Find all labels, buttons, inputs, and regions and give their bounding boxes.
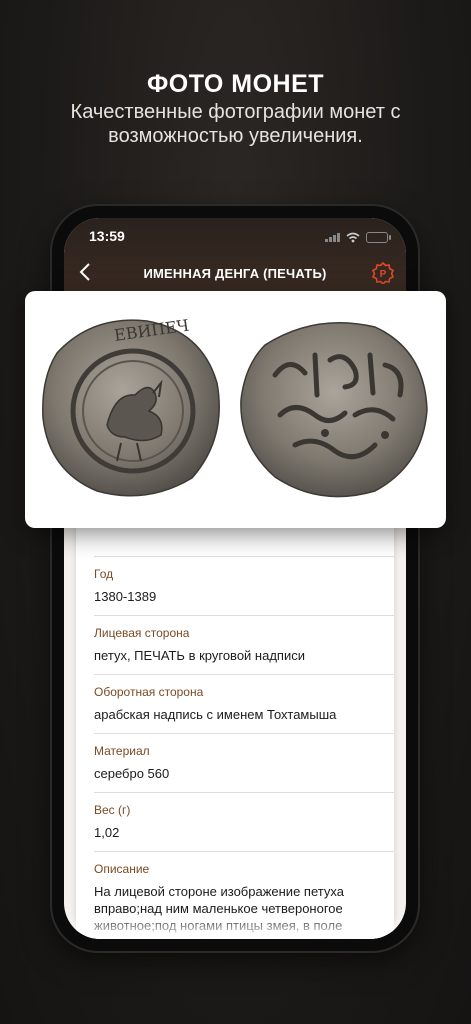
coin-reverse-image[interactable] <box>235 315 431 501</box>
promo-subtitle: Качественные фотографии монет с возможно… <box>70 101 401 147</box>
field-reverse: Оборотная сторона арабская надпись с име… <box>94 674 394 733</box>
details-list: Год 1380-1389 Лицевая сторона петух, ПЕЧ… <box>94 556 394 939</box>
field-label: Год <box>94 567 114 581</box>
field-label: Лицевая сторона <box>94 626 190 640</box>
field-label: Вес (г) <box>94 803 131 817</box>
field-value: арабская надпись с именем Тохтамыша <box>94 707 337 722</box>
chevron-left-icon[interactable] <box>78 262 98 286</box>
promo-title: ФОТО МОНЕТ <box>146 70 325 98</box>
signal-icon <box>325 232 340 242</box>
coin-photo-card[interactable]: ЕВИПЕЧ <box>25 291 446 528</box>
field-material: Материал серебро 560 <box>94 733 394 792</box>
field-value: 1380-1389 <box>94 589 157 604</box>
field-year: Год 1380-1389 <box>94 556 394 615</box>
field-label: Материал <box>94 744 150 758</box>
field-obverse: Лицевая сторона петух, ПЕЧАТЬ в круговой… <box>94 615 394 674</box>
field-label: Оборотная сторона <box>94 685 204 699</box>
field-value: серебро 560 <box>94 766 170 781</box>
coin-obverse-image[interactable]: ЕВИПЕЧ <box>37 313 225 503</box>
bottom-fade <box>64 915 406 939</box>
status-icons <box>325 231 391 243</box>
page-title: ИМЕННАЯ ДЕНГА (ПЕЧАТЬ) <box>143 266 327 281</box>
app-bar: 13:59 ИМЕННАЯ ДЕНГА (ПЕЧАТЬ) Р <box>64 218 406 298</box>
wifi-icon <box>346 232 360 242</box>
field-value: 1,02 <box>94 825 120 840</box>
field-weight: Вес (г) 1,02 <box>94 792 394 851</box>
ruble-badge-icon[interactable]: Р <box>371 261 395 286</box>
battery-icon <box>366 231 391 243</box>
status-time: 13:59 <box>89 228 125 244</box>
field-value: петух, ПЕЧАТЬ в круговой надписи <box>94 648 305 663</box>
svg-text:Р: Р <box>380 269 387 280</box>
field-label: Описание <box>94 862 150 876</box>
